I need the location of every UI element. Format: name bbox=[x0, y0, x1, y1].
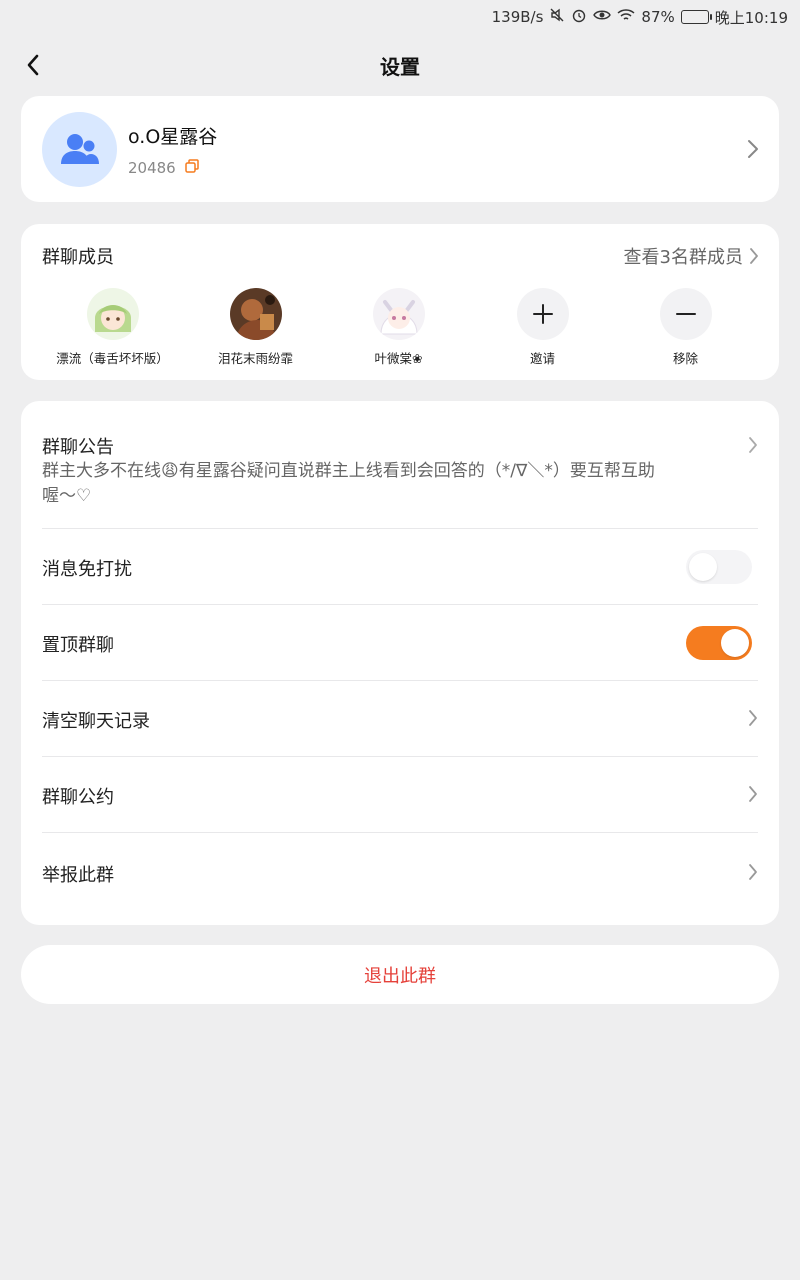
battery-percent: 87% bbox=[641, 8, 675, 26]
member-avatar bbox=[372, 288, 425, 340]
notice-row[interactable]: 群聊公告 群主大多不在线😩有星露谷疑问直说群主上线看到会回答的（*/∇＼*）要互… bbox=[42, 401, 758, 529]
net-speed: 139B/s bbox=[491, 8, 544, 26]
clear-history-label: 清空聊天记录 bbox=[42, 711, 150, 732]
group-rules-label: 群聊公约 bbox=[42, 787, 114, 808]
notice-title: 群聊公告 bbox=[42, 437, 114, 458]
member-item[interactable]: 泪花末雨纷霏 bbox=[184, 288, 327, 367]
group-info-card[interactable]: o.O星露谷 20486 bbox=[21, 96, 779, 202]
page-title: 设置 bbox=[380, 54, 420, 79]
chevron-left-icon bbox=[27, 54, 39, 76]
chevron-right-icon bbox=[750, 248, 758, 264]
mute-label: 消息免打扰 bbox=[42, 559, 132, 580]
eye-icon bbox=[593, 8, 612, 26]
invite-circle bbox=[516, 288, 569, 340]
member-name: 泪花末雨纷霏 bbox=[217, 351, 293, 366]
report-label: 举报此群 bbox=[42, 865, 114, 886]
group-avatar bbox=[42, 112, 117, 187]
view-all-members-link[interactable]: 查看3名群成员 bbox=[624, 243, 759, 269]
back-button[interactable] bbox=[18, 50, 48, 80]
settings-card: 群聊公告 群主大多不在线😩有星露谷疑问直说群主上线看到会回答的（*/∇＼*）要互… bbox=[21, 401, 779, 925]
chevron-right-icon bbox=[747, 139, 759, 163]
member-name: 漂流（毒舌坏坏版） bbox=[56, 351, 169, 366]
members-card: 群聊成员 查看3名群成员 漂流（毒舌坏坏版） 泪花末雨纷霏 叶微棠❀ 邀请 移除 bbox=[21, 224, 779, 380]
member-name: 叶微棠❀ bbox=[374, 351, 423, 366]
plus-icon bbox=[532, 304, 553, 324]
notice-text: 群主大多不在线😩有星露谷疑问直说群主上线看到会回答的（*/∇＼*）要互帮互助喔～… bbox=[42, 461, 655, 506]
chevron-right-icon bbox=[748, 863, 758, 885]
chevron-right-icon bbox=[748, 785, 758, 807]
chevron-right-icon bbox=[748, 436, 758, 458]
group-name: o.O星露谷 bbox=[128, 126, 218, 148]
member-item[interactable]: 叶微棠❀ bbox=[327, 288, 470, 367]
invite-button[interactable]: 邀请 bbox=[471, 288, 614, 367]
pin-row: 置顶群聊 bbox=[42, 605, 758, 681]
member-item[interactable]: 漂流（毒舌坏坏版） bbox=[41, 288, 184, 367]
mute-icon bbox=[549, 7, 565, 27]
minus-icon bbox=[675, 313, 696, 315]
invite-label: 邀请 bbox=[529, 351, 555, 366]
remove-label: 移除 bbox=[672, 351, 698, 366]
exit-group-button[interactable]: 退出此群 bbox=[21, 945, 779, 1004]
group-id-row: 20486 bbox=[128, 158, 200, 178]
alarm-icon bbox=[571, 7, 587, 27]
header: 设置 bbox=[0, 40, 800, 90]
report-row[interactable]: 举报此群 bbox=[42, 833, 758, 909]
clear-history-row[interactable]: 清空聊天记录 bbox=[42, 681, 758, 757]
group-rules-row[interactable]: 群聊公约 bbox=[42, 757, 758, 833]
remove-button[interactable]: 移除 bbox=[614, 288, 757, 367]
member-avatar bbox=[86, 288, 139, 340]
remove-circle bbox=[659, 288, 712, 340]
clock: 晚上10:19 bbox=[714, 8, 788, 27]
mute-row: 消息免打扰 bbox=[42, 529, 758, 605]
pin-label: 置顶群聊 bbox=[42, 635, 114, 656]
copy-icon[interactable] bbox=[184, 158, 200, 178]
mute-toggle[interactable] bbox=[686, 550, 752, 584]
chevron-right-icon bbox=[748, 709, 758, 731]
group-id: 20486 bbox=[128, 159, 176, 177]
group-icon bbox=[60, 133, 99, 164]
view-all-members-label: 查看3名群成员 bbox=[623, 247, 743, 268]
wifi-icon bbox=[617, 8, 635, 26]
status-bar: 139B/s 87% 晚上10:19 bbox=[0, 0, 800, 34]
members-title: 群聊成员 bbox=[42, 247, 114, 268]
battery-icon bbox=[680, 10, 712, 24]
pin-toggle[interactable] bbox=[686, 626, 752, 660]
member-avatar bbox=[229, 288, 282, 340]
